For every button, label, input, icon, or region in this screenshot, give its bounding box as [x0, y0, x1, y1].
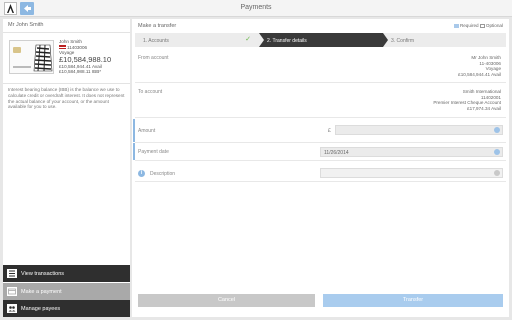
account-holder: Mr John Smith	[8, 22, 44, 28]
calendar-icon	[494, 149, 500, 155]
divider	[135, 181, 506, 182]
step-label: 2. Transfer details	[267, 37, 307, 44]
account-balance: £10,584,988.10	[59, 54, 112, 64]
optional-dot-icon	[494, 170, 500, 176]
uk-flag-icon	[59, 45, 66, 50]
transfer-button[interactable]: Transfer	[323, 294, 503, 307]
from-account-available: £10,584,944.41 Avail	[458, 71, 501, 77]
list-icon	[7, 269, 17, 278]
to-account-available: £17,974.34 Avail	[467, 105, 501, 111]
menu-manage-payees[interactable]: Manage payees	[3, 300, 130, 317]
step-label: 3. Confirm	[391, 37, 415, 44]
top-bar: Payments	[0, 0, 512, 17]
step-transfer-details[interactable]: 2. Transfer details	[259, 33, 383, 47]
menu-view-transactions[interactable]: View transactions	[3, 265, 130, 282]
field-legend: Required Optional	[453, 23, 503, 28]
to-account-product: Premier Interest Cheque Account	[433, 100, 501, 106]
legend-optional: Optional	[485, 23, 503, 28]
optional-swatch	[479, 23, 485, 28]
payment-date-label: Payment date	[138, 149, 169, 155]
required-indicator	[133, 143, 135, 160]
description-label: Description	[150, 171, 176, 177]
to-account-label: To account	[138, 89, 163, 95]
from-account-details[interactable]: Mr John Smith 11-403006 Voyage £10,584,9…	[458, 55, 501, 77]
step-arrow	[383, 33, 388, 47]
legend-required: Required	[459, 23, 479, 28]
divider	[135, 117, 506, 118]
divider	[135, 142, 506, 143]
required-dot-icon	[494, 127, 500, 133]
menu-label: Manage payees	[21, 306, 61, 312]
transfer-panel: Make a transfer Required Optional 1. Acc…	[132, 19, 509, 317]
account-panel: Mr John Smith John Smith 11403006 Voyage…	[3, 19, 130, 317]
required-indicator	[133, 119, 135, 142]
app-title: Payments	[240, 4, 272, 11]
ibb-note: Interest bearing balance (IBB) is the ba…	[8, 87, 125, 110]
card-icon	[7, 287, 17, 296]
divider	[135, 160, 506, 161]
divider	[3, 83, 130, 84]
menu-label: Make a payment	[21, 289, 62, 295]
payment-date-value: 11/26/2014	[324, 150, 349, 156]
amount-label: Amount	[138, 128, 156, 134]
menu-label: View transactions	[21, 271, 65, 277]
currency-symbol: £	[328, 128, 331, 134]
contacts-icon	[7, 304, 17, 313]
ibb-balance: £10,584,988.11 IBB*	[59, 69, 102, 75]
account-summary: John Smith 11403006 Voyage £10,584,988.1…	[59, 39, 127, 75]
step-accounts[interactable]: 1. Accounts ✓	[135, 33, 259, 47]
cancel-button[interactable]: Cancel	[138, 294, 315, 307]
checkmark-icon: ✓	[245, 36, 251, 43]
transfer-heading: Make a transfer	[138, 23, 177, 29]
from-account-label: From account	[138, 55, 169, 61]
description-input[interactable]	[320, 168, 503, 178]
menu-make-payment[interactable]: Make a payment	[3, 283, 130, 300]
required-swatch	[453, 23, 459, 28]
step-progress: 1. Accounts ✓ 2. Transfer details 3. Con…	[135, 33, 506, 47]
divider	[3, 32, 130, 33]
account-card-image[interactable]	[9, 40, 54, 74]
account-number: 11403006	[67, 44, 88, 50]
amount-input[interactable]	[335, 125, 503, 135]
to-account-details[interactable]: Smith International 11402001 Premier Int…	[433, 89, 501, 111]
divider	[135, 82, 506, 83]
step-confirm[interactable]: 3. Confirm	[383, 33, 506, 47]
payment-date-input[interactable]: 11/26/2014	[320, 147, 503, 157]
step-arrow	[259, 33, 264, 47]
info-icon[interactable]: i	[138, 170, 145, 177]
step-label: 1. Accounts	[143, 37, 169, 44]
